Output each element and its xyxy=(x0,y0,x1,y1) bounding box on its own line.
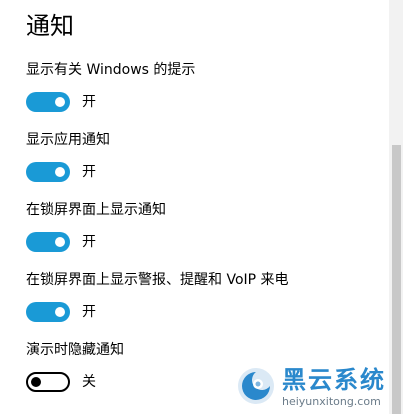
toggle-knob xyxy=(55,97,65,107)
toggle-state-label: 开 xyxy=(82,164,96,180)
watermark-title: 黑云系统 xyxy=(282,366,386,394)
vertical-scrollbar[interactable] xyxy=(389,0,403,414)
toggle-state-label: 关 xyxy=(82,374,96,390)
lockscreen-alarms-voip-toggle[interactable] xyxy=(26,302,70,322)
setting-lockscreen-alarms-voip: 在锁屏界面上显示警报、提醒和 VoIP 来电 开 xyxy=(26,270,386,322)
notifications-panel: 通知 显示有关 Windows 的提示 开 显示应用通知 开 在锁屏界面上显示通… xyxy=(0,0,389,414)
toggle-state-label: 开 xyxy=(82,234,96,250)
lockscreen-notifications-toggle[interactable] xyxy=(26,232,70,252)
windows-tips-toggle[interactable] xyxy=(26,92,70,112)
scrollbar-thumb[interactable] xyxy=(392,145,401,414)
cloud-logo-icon xyxy=(238,368,274,404)
setting-label: 在锁屏界面上显示通知 xyxy=(26,202,166,218)
setting-lockscreen-notifications: 在锁屏界面上显示通知 开 xyxy=(26,200,386,252)
toggle-row: 开 xyxy=(26,162,386,182)
app-notifications-toggle[interactable] xyxy=(26,162,70,182)
toggle-row: 开 xyxy=(26,92,386,112)
setting-label: 演示时隐藏通知 xyxy=(26,342,124,358)
hide-when-presenting-toggle[interactable] xyxy=(26,372,70,392)
toggle-knob xyxy=(55,307,65,317)
section-title: 通知 xyxy=(26,12,74,40)
toggle-row: 开 xyxy=(26,302,386,322)
toggle-state-label: 开 xyxy=(82,94,96,110)
toggle-row: 开 xyxy=(26,232,386,252)
toggle-knob xyxy=(31,377,41,387)
watermark: 黑云系统 heiyunxitong.com xyxy=(236,364,389,410)
setting-label: 在锁屏界面上显示警报、提醒和 VoIP 来电 xyxy=(26,272,289,288)
watermark-url: heiyunxitong.com xyxy=(282,395,381,408)
toggle-knob xyxy=(55,237,65,247)
setting-label: 显示有关 Windows 的提示 xyxy=(26,62,196,78)
toggle-state-label: 开 xyxy=(82,304,96,320)
setting-app-notifications: 显示应用通知 开 xyxy=(26,130,386,182)
toggle-knob xyxy=(55,167,65,177)
setting-windows-tips: 显示有关 Windows 的提示 开 xyxy=(26,60,386,112)
setting-label: 显示应用通知 xyxy=(26,132,110,148)
